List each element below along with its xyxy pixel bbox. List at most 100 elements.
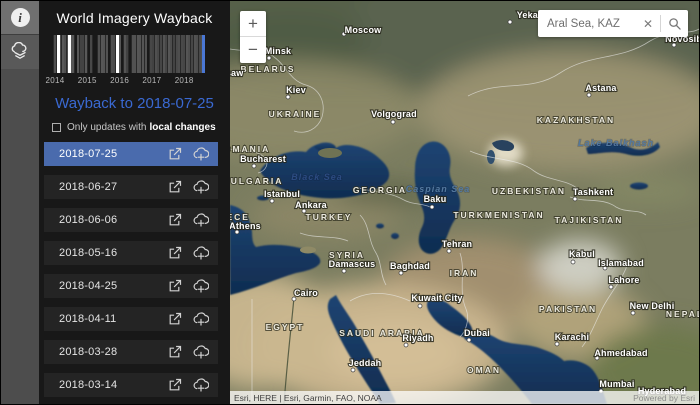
release-row[interactable]: 2018-07-25 xyxy=(44,142,218,166)
city-dot xyxy=(285,94,291,100)
city-dot xyxy=(390,119,396,125)
release-date: 2018-06-27 xyxy=(59,181,118,193)
zoom-control: + − xyxy=(240,11,266,63)
open-item-icon[interactable] xyxy=(168,345,182,359)
local-changes-filter[interactable]: Only updates with local changes xyxy=(52,122,230,133)
satellite-basemap: BELARUS UKRAINE ROMANIA BULGARIA GEORGIA TURK… xyxy=(230,1,699,404)
city-label: Athens xyxy=(230,221,261,231)
country-label: UKRAINE xyxy=(269,109,322,119)
info-button[interactable]: i xyxy=(1,1,39,35)
add-layer-cloud-icon[interactable] xyxy=(192,378,209,392)
city-label: Baghdad xyxy=(390,261,430,271)
powered-by-esri: Powered by Esri xyxy=(633,392,695,403)
timeline-year-label: 2014 xyxy=(45,76,65,85)
add-layer-cloud-icon[interactable] xyxy=(192,345,209,359)
city-label: Warsaw xyxy=(230,68,244,78)
city-dot xyxy=(586,92,592,98)
city-label: Lahore xyxy=(608,275,639,285)
release-date: 2018-06-06 xyxy=(59,214,118,226)
city-label: Moscow xyxy=(345,25,383,35)
city-label: New Delhi xyxy=(630,301,675,311)
search-input[interactable] xyxy=(547,17,636,30)
city-label: Damascus xyxy=(329,259,376,269)
city-label: Ankara xyxy=(295,200,328,210)
city-label: Volgograd xyxy=(371,109,417,119)
city-dot xyxy=(341,268,347,274)
add-layer-cloud-icon[interactable] xyxy=(192,213,209,227)
city-dot xyxy=(507,19,513,25)
clear-search-icon[interactable]: ✕ xyxy=(636,17,660,31)
release-date: 2018-05-16 xyxy=(59,247,118,259)
city-label: Kabul xyxy=(569,249,595,259)
timeline-year-label: 2017 xyxy=(142,76,162,85)
open-item-icon[interactable] xyxy=(168,213,182,227)
wayback-button[interactable] xyxy=(1,35,39,69)
city-label: Tashkent xyxy=(573,187,613,197)
release-row[interactable]: 2018-03-14 xyxy=(44,373,218,397)
add-layer-cloud-icon[interactable] xyxy=(192,180,209,194)
country-label: ROMANIA xyxy=(230,144,270,154)
aral-sea-region xyxy=(487,140,523,166)
open-item-icon[interactable] xyxy=(168,180,182,194)
city-dot xyxy=(269,198,275,204)
city-dot xyxy=(417,303,423,309)
open-item-icon[interactable] xyxy=(168,279,182,293)
release-date: 2018-04-11 xyxy=(59,313,117,325)
city-label: Kiev xyxy=(286,85,306,95)
city-label: Cairo xyxy=(294,288,318,298)
zoom-in-button[interactable]: + xyxy=(240,11,266,37)
water-label: Black Sea xyxy=(291,172,343,182)
release-date: 2018-04-25 xyxy=(59,280,118,292)
panel-title: World Imagery Wayback xyxy=(56,10,213,26)
country-label: EGYPT xyxy=(266,322,305,332)
city-dot xyxy=(608,284,614,290)
add-layer-cloud-icon[interactable] xyxy=(192,147,209,161)
open-item-icon[interactable] xyxy=(168,246,182,260)
open-item-icon[interactable] xyxy=(168,378,182,392)
open-item-icon[interactable] xyxy=(168,312,182,326)
city-label: Astana xyxy=(585,83,617,93)
add-layer-cloud-icon[interactable] xyxy=(192,246,209,260)
water-label: Caspian Sea xyxy=(406,184,471,194)
release-row[interactable]: 2018-03-28 xyxy=(44,340,218,364)
city-label: Tehran xyxy=(442,239,473,249)
city-dot xyxy=(570,259,576,265)
timeline-active-marker[interactable] xyxy=(201,35,205,73)
country-label: TURKMENISTAN xyxy=(453,210,544,220)
city-label: Baku xyxy=(424,194,447,204)
app-window: i World Imagery Wayback 2014 2015 2016 2017… xyxy=(0,0,700,405)
city-label: Istanbul xyxy=(264,189,300,199)
add-layer-cloud-icon[interactable] xyxy=(192,312,209,326)
release-row[interactable]: 2018-04-25 xyxy=(44,274,218,298)
country-label: IRAN xyxy=(450,268,479,278)
city-dot xyxy=(572,196,578,202)
wayback-panel: World Imagery Wayback 2014 2015 2016 2017 20… xyxy=(39,1,230,404)
city-dot xyxy=(466,337,472,343)
release-row[interactable]: 2018-05-16 xyxy=(44,241,218,265)
city-label: Karachi xyxy=(555,332,589,342)
add-layer-cloud-icon[interactable] xyxy=(192,279,209,293)
city-label: Ahmedabad xyxy=(594,348,647,358)
zoom-out-button[interactable]: − xyxy=(240,37,266,63)
search-icon[interactable] xyxy=(661,17,688,30)
country-label: OMAN xyxy=(467,365,501,375)
wayback-to-heading: Wayback to 2018-07-25 xyxy=(55,95,214,112)
city-dot xyxy=(398,270,404,276)
left-rail: i xyxy=(1,1,39,404)
city-label: Dubai xyxy=(464,328,490,338)
release-row[interactable]: 2018-04-11 xyxy=(44,307,218,331)
city-label: Mumbai xyxy=(599,379,634,389)
filter-label: Only updates with xyxy=(67,122,147,133)
release-row[interactable]: 2018-06-27 xyxy=(44,175,218,199)
country-label: BULGARIA xyxy=(230,176,283,186)
timeline-bars[interactable] xyxy=(53,35,205,73)
map-view[interactable]: BELARUS UKRAINE ROMANIA BULGARIA GEORGIA TURK… xyxy=(230,1,699,404)
city-label: Riyadh xyxy=(402,333,433,343)
city-label: Jeddah xyxy=(349,358,382,368)
local-changes-checkbox[interactable] xyxy=(52,123,61,132)
timeline-year-label: 2015 xyxy=(77,76,97,85)
country-label: GEORGIA xyxy=(353,185,407,195)
open-item-icon[interactable] xyxy=(168,147,182,161)
release-date: 2018-07-25 xyxy=(59,148,118,160)
release-row[interactable]: 2018-06-06 xyxy=(44,208,218,232)
